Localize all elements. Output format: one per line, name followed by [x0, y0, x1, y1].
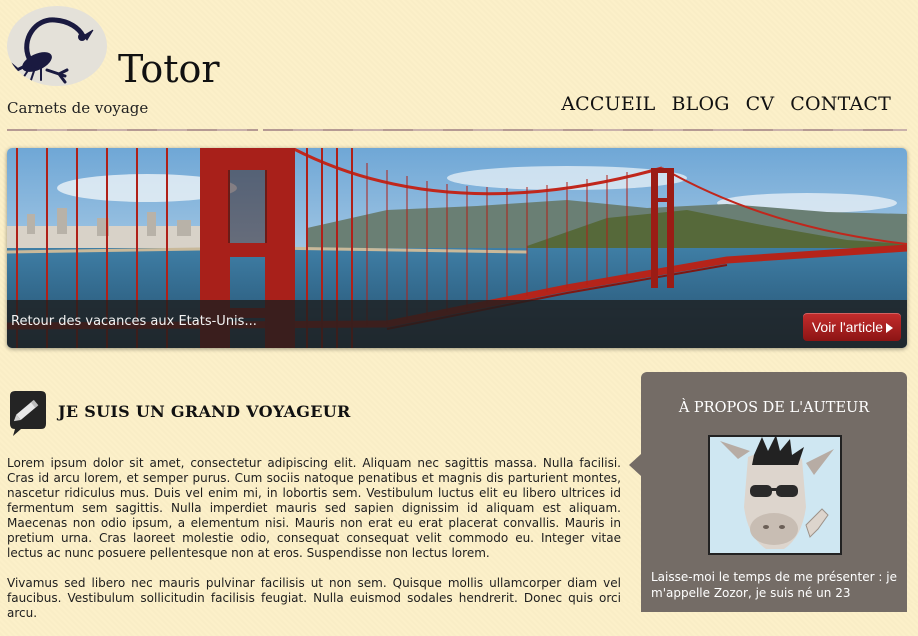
author-avatar	[708, 435, 842, 555]
scorpion-logo-icon[interactable]	[7, 6, 107, 86]
read-article-label: Voir l'article	[811, 319, 883, 335]
main-nav: ACCUEIL BLOG CV CONTACT	[561, 93, 891, 115]
sidebar-text: Laisse-moi le temps de me présenter : je…	[651, 570, 897, 600]
banner-caption-bar: Retour des vacances aux Etats-Unis... Vo…	[7, 300, 907, 348]
nav-item-accueil[interactable]: ACCUEIL	[561, 93, 655, 115]
nav-item-contact[interactable]: CONTACT	[790, 93, 891, 115]
about-author-panel: À PROPOS DE L'AUTEUR Laisse-moi le temps…	[641, 372, 907, 612]
pencil-icon	[7, 388, 49, 438]
header-divider-right	[263, 129, 907, 131]
article-paragraph-2: Vivamus sed libero nec mauris pulvinar f…	[7, 576, 621, 620]
nav-item-blog[interactable]: BLOG	[671, 93, 729, 115]
nav-item-cv[interactable]: CV	[746, 93, 775, 115]
header-divider-left	[7, 129, 258, 131]
article-body: Lorem ipsum dolor sit amet, consectetur …	[7, 456, 621, 636]
banner-caption: Retour des vacances aux Etats-Unis...	[11, 314, 257, 329]
article-title: JE SUIS UN GRAND VOYAGEUR	[58, 402, 351, 421]
sidebar-title: À PROPOS DE L'AUTEUR	[678, 400, 870, 416]
site-subtitle: Carnets de voyage	[7, 99, 149, 117]
site-title[interactable]: Totor	[118, 50, 220, 88]
read-article-button[interactable]: Voir l'article	[802, 313, 901, 341]
article-paragraph-1: Lorem ipsum dolor sit amet, consectetur …	[7, 456, 621, 560]
banner: Retour des vacances aux Etats-Unis... Vo…	[7, 148, 907, 348]
play-arrow-icon	[886, 323, 893, 333]
sidebar-pointer	[629, 454, 641, 476]
